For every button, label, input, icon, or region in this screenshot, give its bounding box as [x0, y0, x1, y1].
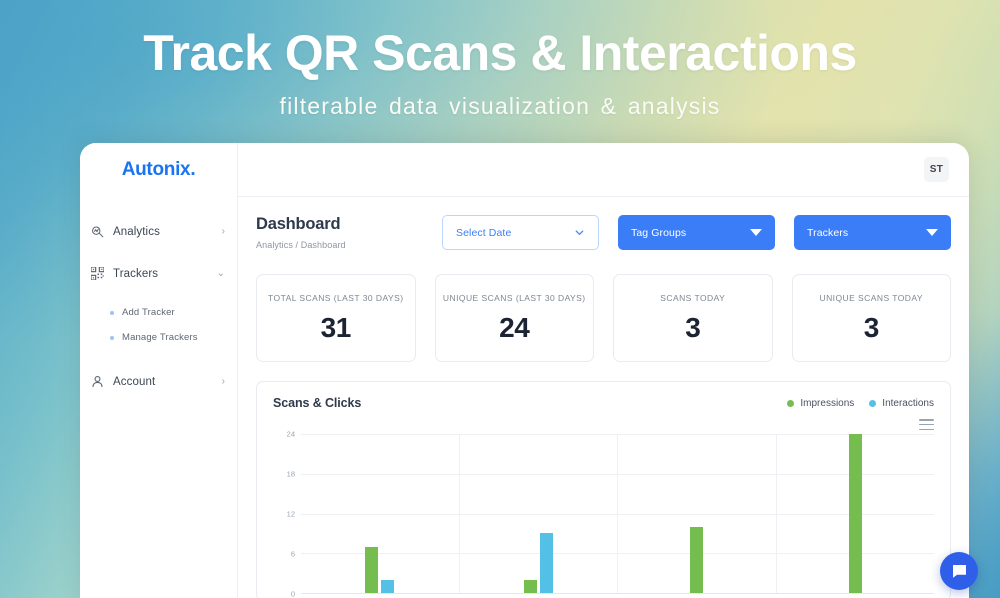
bar[interactable] — [848, 434, 862, 593]
chevron-down-icon — [574, 227, 585, 238]
trackers-dropdown[interactable]: Trackers — [794, 215, 951, 250]
sidebar-item-label: Account — [113, 375, 156, 388]
brand-logo[interactable]: Autonix. — [80, 143, 237, 197]
bullet-icon — [110, 335, 114, 340]
kpi-card-unique-scans-today: UNIQUE SCANS TODAY 3 — [791, 274, 951, 362]
y-axis-tick: 12 — [286, 509, 295, 519]
bar[interactable] — [365, 546, 379, 593]
y-axis-tick: 18 — [286, 469, 295, 479]
bar-category — [777, 434, 935, 593]
page-background: Track QR Scans & Interactions filterable… — [0, 0, 1000, 598]
chart-title: Scans & Clicks — [273, 396, 362, 410]
bar-category — [301, 434, 460, 593]
app-window: Autonix. Analytics › Trackers ⌄ Add Trac… — [80, 143, 969, 598]
legend-label: Interactions — [882, 397, 934, 409]
bullet-icon — [110, 310, 114, 315]
y-axis: 0 6 12 18 24 — [273, 430, 301, 598]
chat-bubble-icon — [952, 564, 966, 578]
kpi-label: SCANS TODAY — [660, 292, 726, 303]
kpi-label: TOTAL SCANS (LAST 30 DAYS) — [268, 292, 404, 303]
kpi-card-total-scans: TOTAL SCANS (LAST 30 DAYS) 31 — [256, 274, 416, 362]
kpi-row: TOTAL SCANS (LAST 30 DAYS) 31 UNIQUE SCA… — [256, 274, 951, 362]
kpi-value: 3 — [863, 311, 880, 343]
sidebar-nav: Analytics › Trackers ⌄ Add Tracker Manag… — [80, 197, 237, 396]
bar-category — [618, 434, 777, 593]
bar[interactable] — [381, 579, 395, 593]
kpi-value: 3 — [685, 311, 701, 343]
kpi-card-scans-today: SCANS TODAY 3 — [613, 274, 773, 362]
chart-panel: Scans & Clicks Impressions Interactions — [256, 381, 951, 598]
trackers-label: Trackers — [807, 226, 849, 239]
main-area: ST Dashboard Analytics / Dashboard Selec… — [238, 143, 969, 598]
page-title-group: Dashboard Analytics / Dashboard — [256, 213, 346, 250]
chevron-right-icon: › — [221, 375, 225, 387]
page-title: Dashboard — [256, 215, 341, 233]
topbar: ST — [238, 143, 969, 197]
avatar[interactable]: ST — [924, 157, 949, 182]
page-header: Dashboard Analytics / Dashboard Select D… — [256, 213, 951, 250]
triangle-down-icon — [750, 229, 762, 236]
bar[interactable] — [523, 579, 537, 593]
sidebar-item-label: Trackers — [113, 267, 159, 280]
plot-area — [301, 434, 934, 594]
y-axis-tick: 24 — [286, 429, 295, 439]
kpi-label: UNIQUE SCANS TODAY — [819, 292, 923, 303]
bar-category — [460, 434, 618, 593]
select-date-dropdown[interactable]: Select Date — [442, 215, 599, 250]
chevron-down-icon: ⌄ — [216, 267, 225, 279]
person-icon — [90, 374, 105, 389]
sidebar-item-account[interactable]: Account › — [80, 367, 237, 396]
breadcrumb: Analytics / Dashboard — [256, 240, 346, 250]
triangle-down-icon — [926, 229, 938, 236]
chat-widget-button[interactable] — [940, 552, 978, 590]
y-axis-tick: 0 — [290, 589, 295, 598]
tag-groups-dropdown[interactable]: Tag Groups — [618, 215, 775, 250]
y-axis-tick: 6 — [290, 549, 295, 559]
kpi-card-unique-scans: UNIQUE SCANS (LAST 30 DAYS) 24 — [434, 274, 594, 362]
kpi-value: 24 — [499, 311, 530, 343]
hero-title: Track QR Scans & Interactions — [143, 25, 857, 81]
sidebar-subitem-label: Manage Trackers — [122, 332, 198, 343]
filter-bar: Select Date Tag Groups Trackers — [442, 213, 951, 250]
legend-color-swatch — [787, 399, 795, 407]
chart-header: Scans & Clicks Impressions Interactions — [273, 396, 934, 410]
sidebar-item-label: Analytics — [113, 225, 160, 238]
select-date-label: Select Date — [456, 226, 512, 239]
legend-color-swatch — [869, 399, 877, 407]
page-content: Dashboard Analytics / Dashboard Select D… — [238, 197, 969, 598]
bar[interactable] — [690, 526, 704, 593]
sidebar-item-analytics[interactable]: Analytics › — [80, 217, 237, 246]
legend-label: Impressions — [800, 397, 855, 409]
sidebar-subitem-manage-trackers[interactable]: Manage Trackers — [80, 325, 237, 350]
chart-legend: Impressions Interactions — [787, 398, 934, 409]
bar-group — [301, 434, 934, 593]
bar[interactable] — [539, 533, 553, 593]
bar-chart: 06121824 vCARD_demoRedirect_DemoPasspoin… — [273, 430, 934, 598]
kpi-label: UNIQUE SCANS (LAST 30 DAYS) — [442, 292, 586, 303]
sidebar: Autonix. Analytics › Trackers ⌄ Add Trac… — [80, 143, 238, 598]
sidebar-subitem-add-tracker[interactable]: Add Tracker — [80, 300, 237, 325]
legend-item-impressions[interactable]: Impressions — [787, 398, 854, 409]
chevron-right-icon: › — [221, 225, 225, 237]
hero-subtitle: filterable data visualization & analysis — [279, 93, 721, 119]
sidebar-subitem-label: Add Tracker — [122, 307, 175, 318]
legend-item-interactions[interactable]: Interactions — [869, 398, 934, 409]
hero-section: Track QR Scans & Interactions filterable… — [0, 0, 1000, 120]
qr-code-icon — [90, 266, 105, 281]
kpi-value: 31 — [320, 311, 352, 343]
hamburger-menu-icon[interactable] — [919, 419, 934, 431]
analytics-icon — [90, 224, 105, 239]
sidebar-item-trackers[interactable]: Trackers ⌄ — [80, 259, 237, 288]
tag-groups-label: Tag Groups — [631, 226, 687, 239]
